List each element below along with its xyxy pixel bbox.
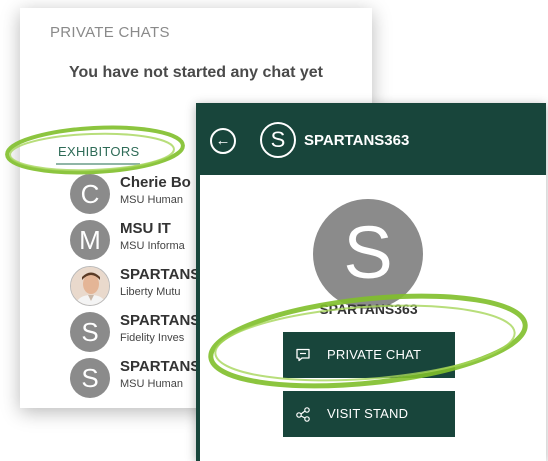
avatar: S xyxy=(70,312,110,352)
exhibitor-name: Cherie Bo xyxy=(120,174,191,191)
exhibitor-org: Fidelity Inves xyxy=(120,332,185,344)
avatar-photo xyxy=(70,266,110,306)
visit-stand-label: VISIT STAND xyxy=(327,406,409,421)
exhibitor-org: MSU Human xyxy=(120,378,183,390)
exhibitor-name: MSU IT xyxy=(120,220,171,237)
exhibitor-name: SPARTANS xyxy=(120,358,201,375)
panel-accent-strip xyxy=(196,175,200,461)
avatar: S xyxy=(70,358,110,398)
private-chats-title: PRIVATE CHATS xyxy=(50,24,170,41)
exhibitors-tab[interactable]: EXHIBITORS xyxy=(58,144,140,159)
visit-stand-button[interactable]: VISIT STAND xyxy=(283,391,455,437)
empty-chats-message: You have not started any chat yet xyxy=(69,64,323,81)
share-nodes-icon xyxy=(296,407,310,422)
exhibitor-org: MSU Human xyxy=(120,194,183,206)
exhibitor-org: MSU Informa xyxy=(120,240,185,252)
private-chat-button[interactable]: PRIVATE CHAT xyxy=(283,332,455,378)
exhibitor-name: SPARTANS xyxy=(120,312,201,329)
exhibitor-org: Liberty Mutu xyxy=(120,286,181,298)
profile-panel: ← S SPARTANS363 S SPARTANS363 PRIVATE CH… xyxy=(196,103,546,461)
profile-username: SPARTANS363 xyxy=(319,301,418,317)
exhibitors-tab-underline xyxy=(56,163,140,165)
private-chat-label: PRIVATE CHAT xyxy=(327,347,422,362)
back-arrow-icon[interactable]: ← xyxy=(210,128,236,154)
avatar: M xyxy=(70,220,110,260)
header-avatar: S xyxy=(260,122,296,158)
profile-avatar: S xyxy=(313,199,423,309)
person-photo-icon xyxy=(71,267,109,305)
header-username: SPARTANS363 xyxy=(304,132,410,149)
avatar: C xyxy=(70,174,110,214)
profile-header: ← S SPARTANS363 xyxy=(196,103,546,175)
chat-bubble-icon xyxy=(296,348,310,362)
exhibitor-name: SPARTANS xyxy=(120,266,201,283)
